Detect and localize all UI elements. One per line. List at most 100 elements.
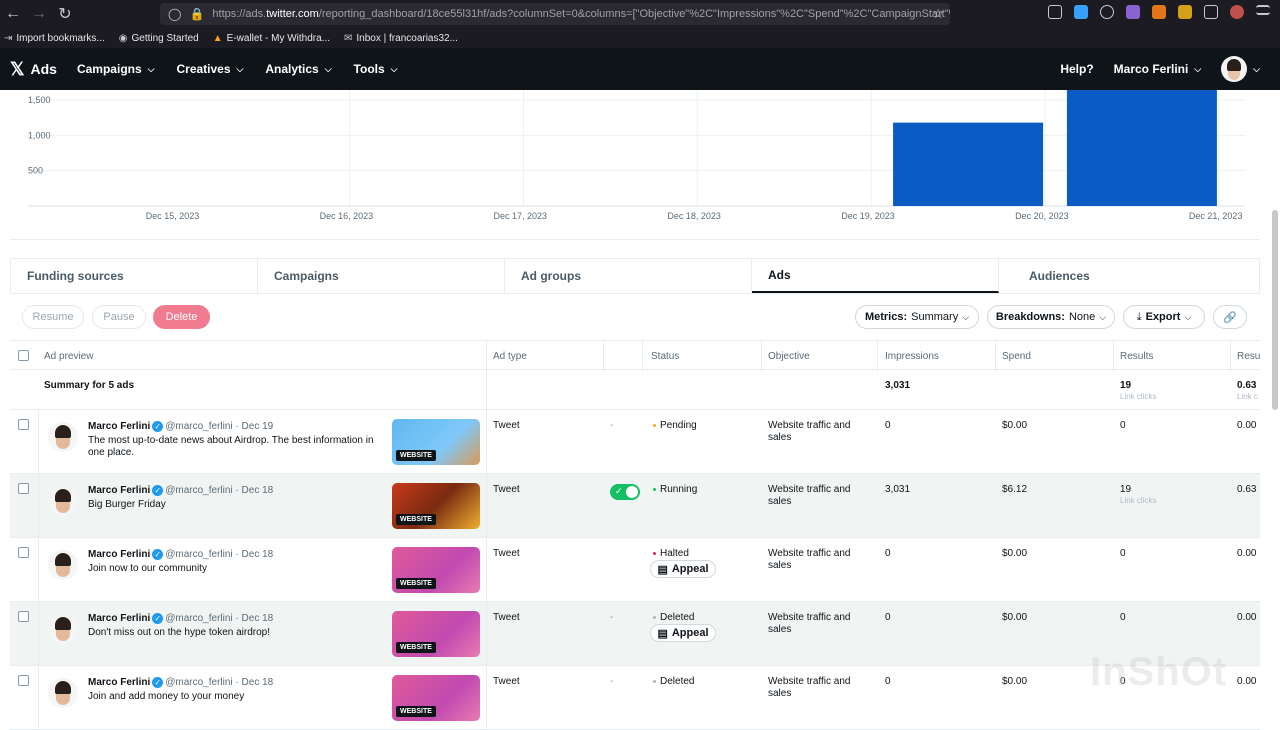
x-tick-label: Dec 21, 2023 xyxy=(1189,211,1243,221)
table-row[interactable]: Marco Ferlini ✓ @marco_ferlini · Dec 18 Don… xyxy=(10,602,1260,666)
share-link-button[interactable]: 🔗 xyxy=(1213,305,1247,329)
chevron-down-icon: ⌵ xyxy=(324,63,332,74)
menu-creatives[interactable]: Creatives ⌵ xyxy=(176,62,243,76)
x-tick-label: Dec 19, 2023 xyxy=(841,211,895,221)
row-checkbox[interactable] xyxy=(18,419,29,430)
delete-button[interactable]: Delete xyxy=(153,305,210,329)
results-rate: 0.00 xyxy=(1237,548,1257,559)
avatar-menu[interactable]: ⌵ xyxy=(1221,56,1260,82)
chart-bar[interactable] xyxy=(1066,90,1217,206)
column-divider xyxy=(38,410,39,474)
extensions-puzzle-icon[interactable] xyxy=(1204,5,1218,19)
table-row[interactable]: Marco Ferlini ✓ @marco_ferlini · Dec 18 Joi… xyxy=(10,538,1260,602)
export-label: Export xyxy=(1145,311,1181,323)
breakdowns-dropdown[interactable]: Breakdowns: None ⌵ xyxy=(987,305,1115,329)
help-link[interactable]: Help? xyxy=(1060,62,1093,76)
lock-icon[interactable]: 🔒 xyxy=(189,7,204,21)
menu-label: Creatives xyxy=(176,62,231,76)
shield-icon[interactable]: ◯ xyxy=(168,7,181,21)
ad-thumbnail[interactable]: WEBSITE xyxy=(392,675,480,721)
table-row[interactable]: Marco Ferlini ✓ @marco_ferlini · Dec 18 Joi… xyxy=(10,666,1260,730)
col-spend[interactable]: Spend xyxy=(1002,351,1031,362)
bookmark-label: Inbox | francoarias32... xyxy=(356,32,458,44)
chart-bar[interactable] xyxy=(893,122,1044,206)
pause-button[interactable]: Pause xyxy=(92,305,146,329)
col-results-rate[interactable]: Resu xyxy=(1237,351,1260,362)
row-checkbox[interactable] xyxy=(18,547,29,558)
ad-thumbnail[interactable]: WEBSITE xyxy=(392,419,480,465)
col-results[interactable]: Results xyxy=(1120,351,1153,362)
column-divider xyxy=(1113,341,1114,371)
bookmark-star-icon[interactable]: ☆ xyxy=(932,6,944,22)
table-row[interactable]: Marco Ferlini ✓ @marco_ferlini · Dec 19 The… xyxy=(10,410,1260,474)
metamask-icon[interactable] xyxy=(1152,5,1166,19)
row-checkbox[interactable] xyxy=(18,611,29,622)
chevron-down-icon: ⌵ xyxy=(147,63,155,74)
resume-button[interactable]: Resume xyxy=(22,305,84,329)
status-label: Pending xyxy=(660,420,697,431)
impressions-chart: 1,500 1,000 500 Dec 15, 2023 Dec 16, 2023 Dec… xyxy=(10,90,1260,240)
link-icon: 🔗 xyxy=(1223,311,1237,324)
objective: Website traffic and sales xyxy=(768,548,851,571)
verified-badge-icon: ✓ xyxy=(152,485,164,496)
avatar xyxy=(48,550,78,580)
back-icon[interactable]: ← xyxy=(0,1,26,27)
tab-ads[interactable]: Ads xyxy=(752,259,999,293)
spend: $0.00 xyxy=(1002,420,1028,431)
metrics-dropdown[interactable]: Metrics: Summary ⌵ xyxy=(855,305,979,329)
column-divider xyxy=(486,341,487,371)
account-icon[interactable] xyxy=(1100,5,1114,19)
bookmark-ewallet[interactable]: ▲ E-wallet - My Withdra... xyxy=(213,33,330,44)
col-status[interactable]: Status xyxy=(651,351,679,362)
watermark: InShOt xyxy=(1090,650,1228,694)
page-scrollbar[interactable] xyxy=(1272,210,1278,410)
profile-avatar-icon[interactable] xyxy=(1230,5,1244,19)
status-label: Halted xyxy=(660,548,689,559)
extension-gold-icon[interactable] xyxy=(1178,5,1192,19)
select-all-checkbox[interactable] xyxy=(18,350,29,361)
account-menu[interactable]: Marco Ferlini ⌵ xyxy=(1114,62,1202,76)
tab-funding-sources[interactable]: Funding sources xyxy=(11,259,258,293)
col-impressions[interactable]: Impressions xyxy=(885,351,939,362)
menu-icon[interactable] xyxy=(1256,5,1270,15)
tab-campaigns[interactable]: Campaigns xyxy=(258,259,505,293)
appeal-button[interactable]: ▤ Appeal xyxy=(650,624,716,642)
bookmark-inbox[interactable]: ✉ Inbox | francoarias32... xyxy=(344,33,458,44)
row-checkbox[interactable] xyxy=(18,483,29,494)
metrics-label: Metrics: xyxy=(864,311,908,323)
extension-purple-icon[interactable] xyxy=(1126,5,1140,19)
reload-icon[interactable]: ↻ xyxy=(52,1,78,27)
row-checkbox[interactable] xyxy=(18,675,29,686)
export-button[interactable]: ⤓ Export ⌵ xyxy=(1123,305,1205,329)
tab-ad-groups[interactable]: Ad groups xyxy=(505,259,752,293)
ad-type: Tweet xyxy=(493,676,520,687)
forward-icon[interactable]: → xyxy=(26,1,52,27)
col-ad-preview[interactable]: Ad preview xyxy=(44,351,93,362)
ads-logo[interactable]: 𝕏 Ads xyxy=(10,59,57,80)
table-row[interactable]: Marco Ferlini ✓ @marco_ferlini · Dec 18 Big… xyxy=(10,474,1260,538)
menu-campaigns[interactable]: Campaigns ⌵ xyxy=(77,62,155,76)
tab-audiences[interactable]: Audiences xyxy=(999,259,1259,293)
col-ad-type[interactable]: Ad type xyxy=(493,351,527,362)
menu-tools[interactable]: Tools ⌵ xyxy=(354,62,398,76)
tweet-header: Marco Ferlini ✓ @marco_ferlini · Dec 18 xyxy=(88,485,273,496)
appeal-label: Appeal xyxy=(671,563,709,575)
download-icon[interactable] xyxy=(1074,5,1088,19)
bookmark-getting-started[interactable]: ◉ Getting Started xyxy=(119,33,199,44)
chart-svg: 1,500 1,000 500 Dec 15, 2023 Dec 16, 2023 Dec… xyxy=(28,90,1245,221)
appeal-button[interactable]: ▤ Appeal xyxy=(650,560,716,578)
avatar xyxy=(48,614,78,644)
ad-toggle[interactable]: ✓ xyxy=(610,484,640,500)
ad-thumbnail[interactable]: WEBSITE xyxy=(392,611,480,657)
url-bar[interactable]: ◯ 🔒 https://ads.twitter.com/reporting_da… xyxy=(160,3,950,25)
ad-thumbnail[interactable]: WEBSITE xyxy=(392,547,480,593)
bookmark-import[interactable]: ⇥ Import bookmarks... xyxy=(4,33,105,44)
status-label: Deleted xyxy=(660,612,695,623)
results-sub: Link clicks xyxy=(1120,496,1157,505)
pocket-icon[interactable] xyxy=(1048,5,1062,19)
ad-type: Tweet xyxy=(493,420,520,431)
menu-analytics[interactable]: Analytics ⌵ xyxy=(265,62,331,76)
ad-thumbnail[interactable]: WEBSITE xyxy=(392,483,480,529)
col-objective[interactable]: Objective xyxy=(768,351,810,362)
author-name: Marco Ferlini xyxy=(88,613,151,625)
